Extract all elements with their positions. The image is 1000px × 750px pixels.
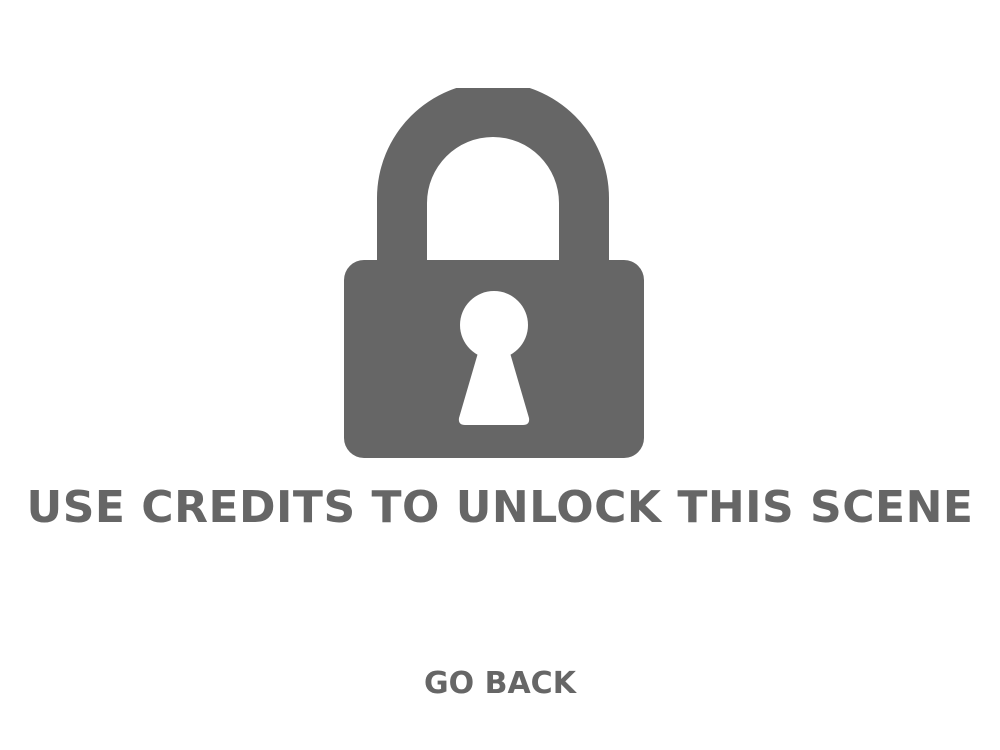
go-back-button[interactable]: GO BACK [400, 660, 600, 708]
unlock-message: USE CREDITS TO UNLOCK THIS SCENE [26, 482, 974, 533]
lock-icon [344, 88, 644, 458]
lock-screen: USE CREDITS TO UNLOCK THIS SCENE GO BACK [0, 0, 1000, 750]
lock-shackle [377, 88, 609, 262]
